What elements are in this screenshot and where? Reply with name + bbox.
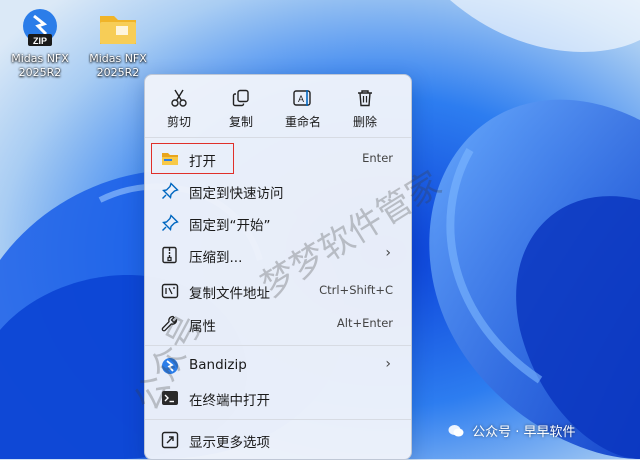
trash-icon [358, 90, 372, 107]
wechat-badge: 公众号 · 早早软件 [442, 421, 582, 443]
wechat-icon [448, 424, 464, 438]
desktop-icon-label: Midas NFX 2025R2 [89, 52, 147, 79]
submenu-arrow-icon: › [385, 356, 391, 372]
svg-text:A: A [298, 94, 304, 104]
menu-item-open-terminal[interactable]: 在终端中打开 [149, 381, 407, 413]
rename-icon: A [293, 90, 311, 106]
zip-file-icon: ZIP [23, 9, 57, 46]
more-options-icon [161, 431, 179, 449]
desktop-icon-zip[interactable]: ZIP Midas NFX 2025R2 [4, 6, 76, 80]
folder-icon [100, 16, 136, 44]
badge-text: 公众号 · 早早软件 [472, 425, 576, 440]
menu-divider [145, 419, 411, 420]
archive-icon [162, 246, 177, 264]
svg-text:ZIP: ZIP [33, 36, 47, 46]
folder-open-icon [162, 153, 178, 165]
cut-button[interactable]: 剪切 [149, 81, 209, 133]
scissors-icon [171, 89, 187, 107]
desktop-icon-folder[interactable]: Midas NFX 2025R2 [82, 6, 154, 80]
delete-button[interactable]: 删除 [335, 81, 395, 133]
menu-item-open[interactable]: 打开 Enter [149, 142, 407, 174]
submenu-arrow-icon: › [385, 245, 391, 261]
rename-button[interactable]: A 重命名 [273, 81, 333, 133]
copy-icon [232, 89, 249, 107]
pin-icon [162, 214, 179, 231]
copy-button[interactable]: 复制 [211, 81, 271, 133]
path-icon [161, 283, 179, 299]
quick-actions-bar: 剪切 复制 A 重命名 删除 [145, 81, 411, 133]
pin-icon [162, 182, 179, 199]
menu-divider [145, 137, 411, 138]
menu-item-show-more-options[interactable]: 显示更多选项 [149, 423, 407, 455]
desktop-icon-label: Midas NFX 2025R2 [11, 52, 69, 79]
